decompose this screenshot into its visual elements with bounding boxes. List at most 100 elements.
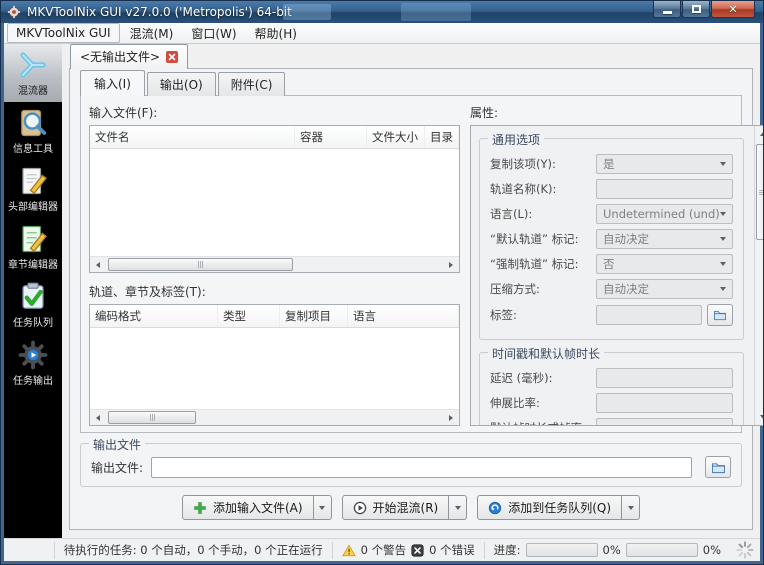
scroll-left-icon[interactable]: [90, 410, 106, 425]
merge-tab-page: 输入(I) 输出(O) 附件(C) 输入文件(F): 文件名 容器 文件大小 目…: [69, 68, 763, 530]
start-muxing-button[interactable]: 开始混流(R): [341, 495, 450, 520]
warnings-errors-status: 0 个警告 0 个错误: [331, 541, 484, 559]
sidebar-item-label: 信息工具: [13, 144, 53, 155]
tracks-hscrollbar[interactable]: [90, 409, 459, 425]
scroll-left-icon[interactable]: [90, 257, 106, 272]
sidebar-item-job-output[interactable]: 任务输出: [4, 334, 62, 392]
column-header-directory[interactable]: 目录: [425, 126, 459, 148]
add-source-files-button[interactable]: 添加输入文件(A): [181, 495, 314, 520]
action-buttons: 添加输入文件(A) 开始混流(R) 添加到任务队列(Q): [70, 487, 752, 529]
input-files-body[interactable]: [90, 149, 459, 256]
sidebar-item-info-tool[interactable]: 信息工具: [4, 102, 62, 160]
group-title: 时间戳和默认帧时长: [488, 345, 605, 362]
add-to-queue-icon: [489, 501, 502, 514]
close-button[interactable]: ✕: [711, 1, 755, 18]
forced-track-flag-select[interactable]: 否: [596, 254, 733, 274]
properties-vscrollbar[interactable]: [753, 126, 763, 425]
copy-item-select[interactable]: 是: [596, 154, 733, 174]
default-track-flag-label: “默认轨道” 标记:: [490, 232, 579, 246]
timestamps-group: 时间戳和默认帧时长 延迟 (毫秒): 伸展比率:: [479, 345, 744, 425]
add-to-job-queue-dropdown[interactable]: [622, 495, 641, 520]
column-header-codec[interactable]: 编码格式: [90, 305, 218, 327]
menu-window[interactable]: 窗口(W): [183, 23, 244, 44]
column-header-copy-item[interactable]: 复制项目: [280, 305, 348, 327]
sidebar-item-merge[interactable]: 混流器: [4, 44, 62, 102]
chevron-down-icon: [719, 162, 726, 166]
header-editor-icon: [18, 166, 48, 196]
compression-select[interactable]: 自动决定: [596, 279, 733, 299]
group-title: 通用选项: [488, 131, 545, 148]
jobs-status: 待执行的任务: 0 个自动，0 个手动，0 个正在运行: [53, 541, 332, 559]
add-source-files-dropdown[interactable]: [313, 495, 332, 520]
sidebar-item-label: 任务队列: [13, 318, 53, 329]
tracks-header[interactable]: 编码格式 类型 复制项目 语言: [90, 305, 459, 328]
current-job-progress-bar: [525, 543, 598, 557]
sidebar-item-label: 章节编辑器: [8, 260, 58, 271]
menu-help[interactable]: 帮助(H): [247, 23, 305, 44]
scroll-down-icon[interactable]: [755, 409, 763, 425]
output-file-label: 输出文件:: [91, 460, 144, 475]
tab-close-icon[interactable]: [166, 50, 179, 63]
scrollbar-thumb[interactable]: [108, 258, 293, 271]
tab-output[interactable]: 输出(O): [146, 72, 216, 96]
sidebar-item-chapter-editor[interactable]: 章节编辑器: [4, 218, 62, 276]
titlebar-glass-highlight: [283, 4, 331, 20]
minimize-button[interactable]: [653, 1, 681, 18]
tracks-table[interactable]: 编码格式 类型 复制项目 语言: [89, 304, 460, 426]
input-files-hscrollbar[interactable]: [90, 256, 459, 272]
sidebar-item-header-editor[interactable]: 头部编辑器: [4, 160, 62, 218]
window-title: MKVToolNix GUI v27.0.0 ('Metropolis') 64…: [27, 5, 292, 19]
scroll-right-icon[interactable]: [443, 410, 459, 425]
menu-merge[interactable]: 混流(M): [122, 23, 182, 44]
document-tab-label: <无输出文件>: [80, 50, 161, 64]
titlebar[interactable]: MKVToolNix GUI v27.0.0 ('Metropolis') 64…: [1, 1, 763, 23]
maximize-button[interactable]: [682, 1, 710, 18]
column-header-type[interactable]: 类型: [218, 305, 280, 327]
output-file-input[interactable]: [151, 456, 692, 478]
column-header-container[interactable]: 容器: [295, 126, 367, 148]
sidebar-item-job-queue[interactable]: 任务队列: [4, 276, 62, 334]
general-options-group: 通用选项 复制该项(Y): 是 轨道名称(K): 语言(L): Undeterm…: [479, 131, 744, 340]
column-header-filesize[interactable]: 文件大小: [367, 126, 425, 148]
track-name-field[interactable]: [596, 179, 733, 199]
progress-label: 进度:: [493, 543, 521, 557]
input-files-header[interactable]: 文件名 容器 文件大小 目录: [90, 126, 459, 149]
titlebar-glass-highlight: [401, 3, 471, 21]
maximize-icon: [691, 5, 701, 13]
scrollbar-thumb[interactable]: [108, 411, 196, 424]
stretch-field[interactable]: [596, 393, 733, 413]
tab-input[interactable]: 输入(I): [80, 70, 145, 96]
merge-sub-tabs: 输入(I) 输出(O) 附件(C): [70, 69, 752, 96]
compression-label: 压缩方式:: [490, 282, 540, 296]
add-to-job-queue-button[interactable]: 添加到任务队列(Q): [477, 495, 623, 520]
input-files-table[interactable]: 文件名 容器 文件大小 目录: [89, 125, 460, 273]
status-bar: 待执行的任务: 0 个自动，0 个手动，0 个正在运行 0 个警告 0 个错误 …: [4, 538, 760, 561]
app-window: MKVToolNix GUI v27.0.0 ('Metropolis') 64…: [0, 0, 764, 565]
tags-field[interactable]: [596, 305, 702, 325]
scroll-right-icon[interactable]: [443, 257, 459, 272]
scroll-up-icon[interactable]: [755, 126, 763, 142]
tags-browse-button[interactable]: [706, 304, 733, 326]
menu-bar: MKVToolNix GUI 混流(M) 窗口(W) 帮助(H): [4, 23, 760, 44]
language-select[interactable]: Undetermined (und): [596, 204, 733, 224]
queue-progress-bar: [625, 543, 698, 557]
tab-attachments[interactable]: 附件(C): [217, 72, 286, 96]
output-file-browse-button[interactable]: [705, 456, 731, 478]
delay-field[interactable]: [596, 368, 733, 388]
properties-label: 属性:: [470, 106, 499, 120]
start-muxing-dropdown[interactable]: [449, 495, 468, 520]
menu-mkvtoolnix-gui[interactable]: MKVToolNix GUI: [7, 23, 120, 43]
tool-sidebar: 混流器 信息工具 头部编辑器 章节编辑器 任务队列 任务输出: [4, 44, 62, 538]
column-header-filename[interactable]: 文件名: [90, 126, 295, 148]
column-header-language[interactable]: 语言: [348, 305, 459, 327]
sidebar-item-label: 混流器: [18, 86, 48, 97]
start-muxing-icon: [353, 501, 366, 514]
scrollbar-thumb[interactable]: [755, 144, 763, 240]
chevron-down-icon: [719, 212, 726, 216]
folder-icon: [711, 462, 725, 473]
default-track-flag-select[interactable]: 自动决定: [596, 229, 733, 249]
document-tab[interactable]: <无输出文件>: [70, 44, 189, 69]
current-job-progress-value: 0%: [602, 543, 621, 557]
default-duration-select[interactable]: [596, 418, 733, 425]
tracks-body[interactable]: [90, 328, 459, 409]
